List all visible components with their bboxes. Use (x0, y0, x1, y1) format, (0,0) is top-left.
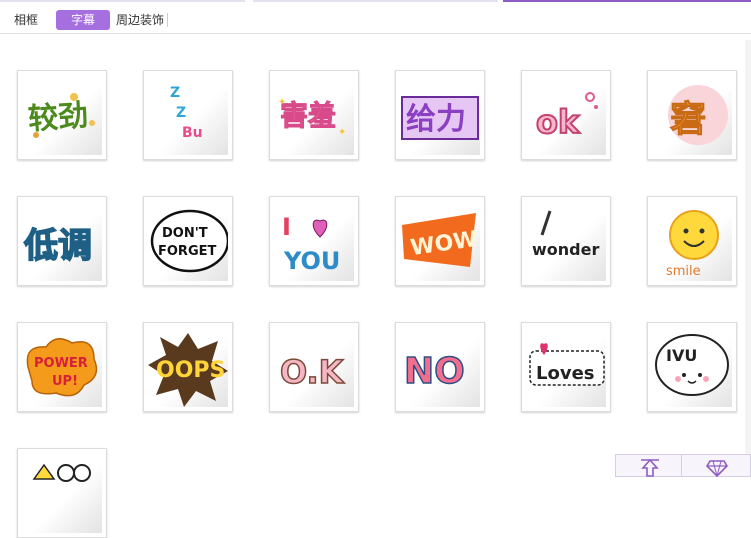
sticker-tile[interactable]: smile (647, 196, 737, 286)
svg-text:窘: 窘 (670, 99, 706, 140)
svg-text:I: I (282, 213, 291, 241)
svg-text:smile: smile (666, 264, 701, 279)
dont-forget-sticker-icon: DON'T FORGET (150, 209, 228, 273)
sticker-tile[interactable]: ok (521, 70, 611, 160)
sticker-tile[interactable]: Loves (521, 322, 611, 412)
o-k-sticker-icon: O.K (279, 352, 345, 392)
sticker-tile[interactable]: I YOU (269, 196, 359, 286)
wonder-sticker-icon: wonder (532, 210, 599, 259)
i-love-you-sticker-icon: I YOU (282, 213, 340, 275)
svg-text:DON'T: DON'T (162, 226, 208, 241)
smile-sticker-icon: smile (666, 210, 719, 279)
wow-sticker-icon: WOW (402, 213, 479, 267)
sticker-tile[interactable]: O.K (269, 322, 359, 412)
power-up-sticker-icon: POWER UP! (26, 338, 98, 397)
sticker-tile[interactable]: wonder (521, 196, 611, 286)
svg-text:ok: ok (536, 103, 580, 141)
svg-text:害羞: 害羞 (280, 99, 336, 132)
svg-text:较劲: 较劲 (27, 98, 89, 137)
svg-text:wonder: wonder (532, 240, 599, 259)
ivu-sticker-icon: IVU (655, 334, 729, 396)
sticker-tile[interactable]: POWER UP! (17, 322, 107, 412)
svg-text:给力: 给力 (406, 102, 466, 137)
upload-icon (641, 459, 659, 477)
sticker-tile[interactable]: OOPS! (143, 322, 233, 412)
geili-sticker-icon: 给力 (401, 96, 479, 140)
tab-decorations[interactable]: 周边装饰 (112, 10, 168, 30)
sticker-tile[interactable]: 低调 (17, 196, 107, 286)
didiao-sticker-icon: 低调 (23, 225, 93, 267)
ok-sticker-icon: ok (535, 92, 598, 142)
haixiu-sticker-icon: 害羞 ✦ ✦ (278, 97, 346, 138)
tab-captions[interactable]: 字幕 (56, 10, 110, 30)
svg-text:Z: Z (170, 85, 180, 101)
tab-frames[interactable]: 相框 (6, 10, 46, 30)
oops-sticker-icon: OOPS! (148, 333, 228, 407)
top-accent-line (0, 0, 751, 2)
upload-button[interactable] (616, 455, 682, 477)
no-sticker-icon: NO (403, 350, 465, 393)
bottom-toolbar (615, 454, 751, 477)
loves-sticker-icon: Loves (529, 343, 605, 386)
bixin-sticker-icon: 较劲 (27, 93, 95, 138)
sticker-tile[interactable]: IVU (647, 322, 737, 412)
svg-text:YOU: YOU (283, 247, 340, 275)
svg-text:IVU: IVU (666, 346, 697, 365)
svg-text:OOPS!: OOPS! (156, 358, 228, 383)
sticker-tile[interactable]: NO (395, 322, 485, 412)
sticker-tile[interactable]: 害羞 ✦ ✦ (269, 70, 359, 160)
sticker-tile[interactable]: Z Z Bu (143, 70, 233, 160)
sticker-tile[interactable] (17, 448, 107, 538)
sticker-tile[interactable]: DON'T FORGET (143, 196, 233, 286)
partial-sticker-icon (32, 463, 91, 482)
svg-text:✦: ✦ (278, 97, 286, 108)
zzzbu-sticker-icon: Z Z Bu (170, 85, 203, 141)
tab-divider (167, 13, 168, 27)
vip-button[interactable] (683, 455, 749, 477)
svg-text:Z: Z (176, 105, 186, 121)
svg-text:UP!: UP! (52, 374, 78, 389)
sticker-tile[interactable]: 较劲 (17, 70, 107, 160)
svg-text:POWER: POWER (34, 356, 88, 371)
svg-text:低调: 低调 (24, 226, 92, 266)
svg-text:Loves: Loves (536, 363, 595, 384)
svg-text:O.K: O.K (280, 353, 345, 391)
sticker-tile[interactable]: WOW (395, 196, 485, 286)
sticker-tile[interactable]: 窘 (647, 70, 737, 160)
svg-text:✦: ✦ (338, 127, 346, 138)
svg-text:FORGET: FORGET (158, 244, 216, 259)
vertical-scrollbar[interactable] (745, 40, 751, 477)
svg-text:Bu: Bu (182, 125, 203, 141)
jiong-sticker-icon: 窘 (668, 85, 728, 145)
svg-text:NO: NO (404, 351, 465, 392)
diamond-icon (706, 460, 728, 477)
sticker-tile[interactable]: 给力 (395, 70, 485, 160)
category-tabbar: 相框 字幕 周边装饰 (0, 8, 751, 34)
